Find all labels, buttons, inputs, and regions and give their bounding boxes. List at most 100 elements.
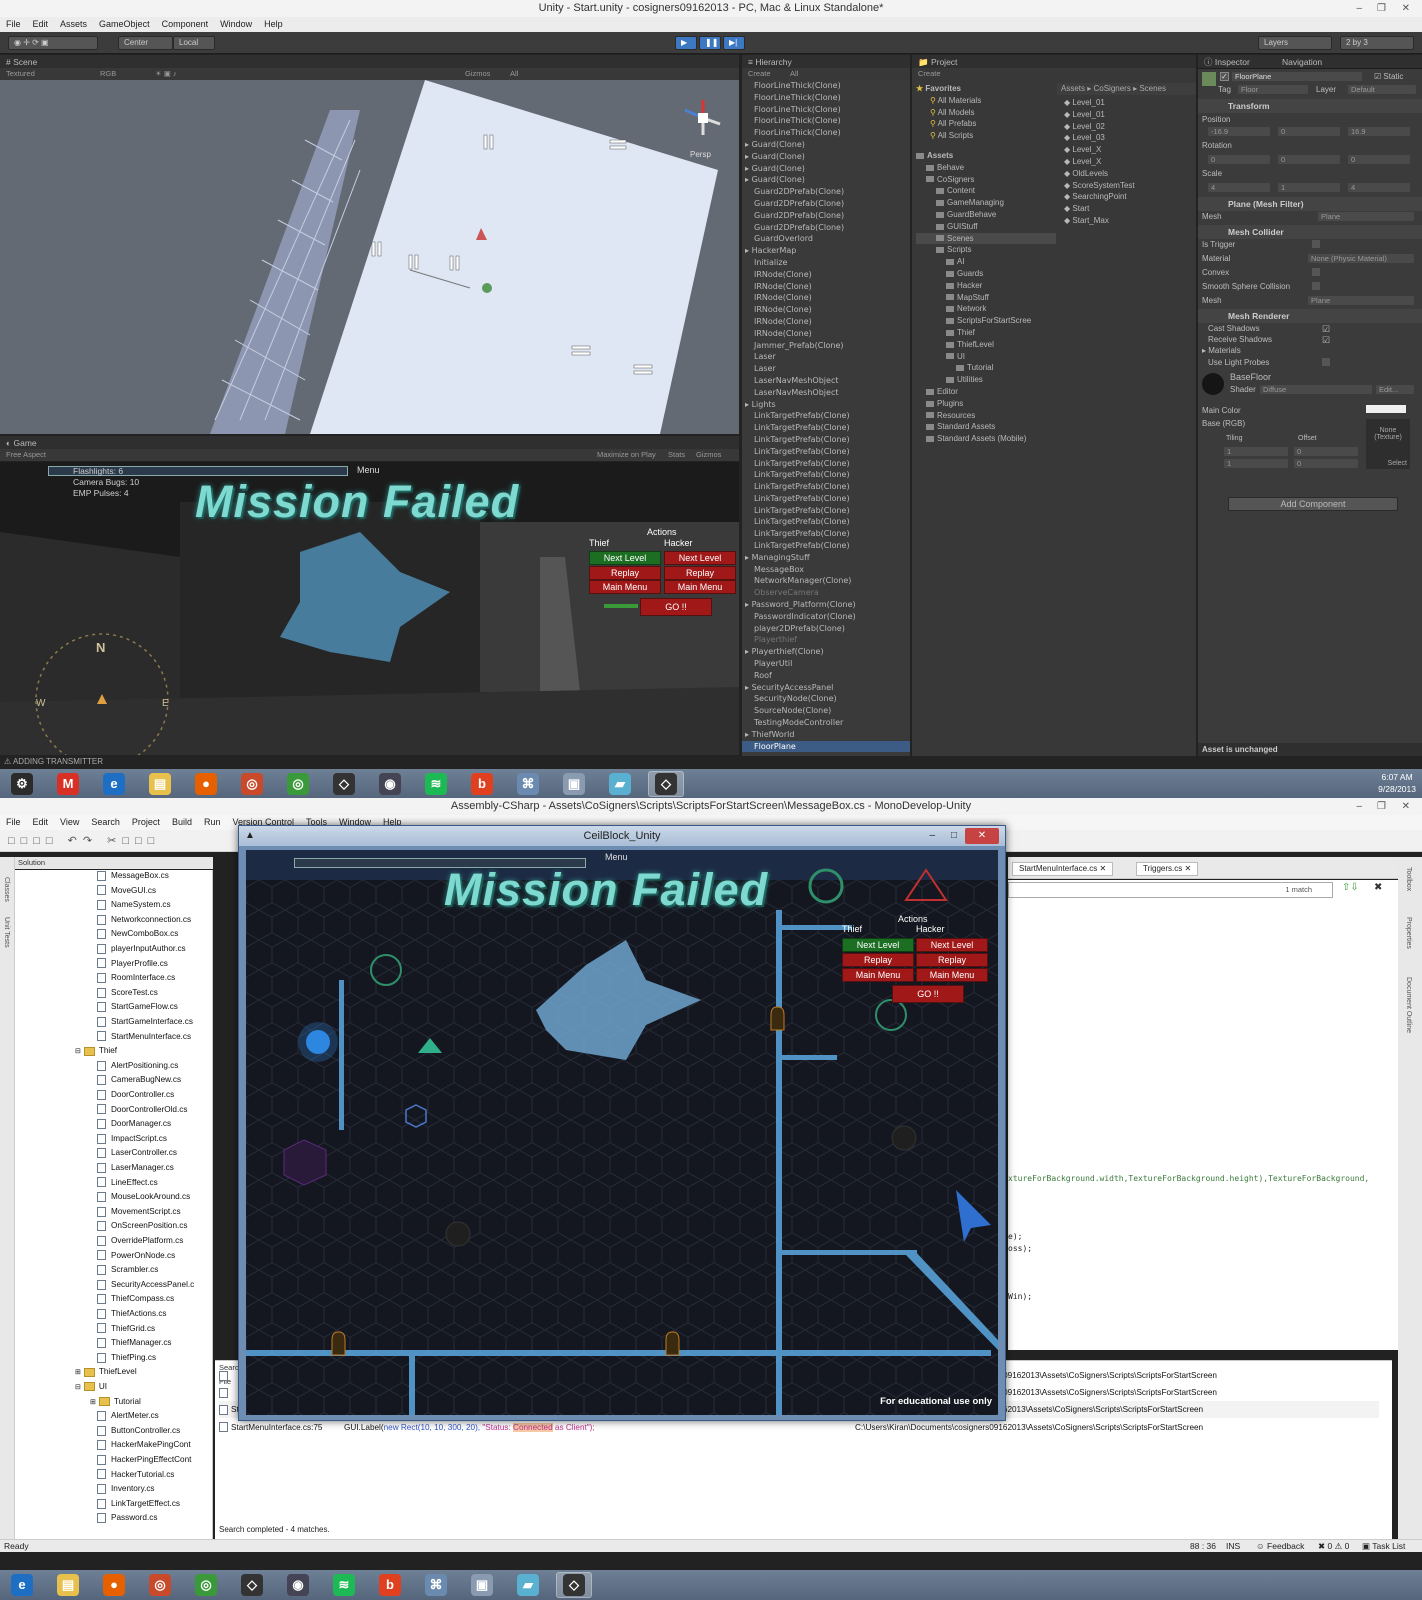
project-folder-network[interactable]: Network <box>916 303 1056 315</box>
find-bar[interactable]: 1 match <box>1008 882 1333 898</box>
smooth-checkbox[interactable] <box>1312 282 1320 290</box>
solution-folder[interactable]: ⊟ Thief <box>75 1045 117 1058</box>
explorer-icon[interactable]: ▤ <box>142 771 178 797</box>
hierarchy-item[interactable]: IRNode(Clone) <box>742 316 910 328</box>
md-menu-file[interactable]: File <box>6 815 21 830</box>
thief-main-menu-button[interactable]: Main Menu <box>589 580 661 594</box>
maximize-on-play-toggle[interactable]: Maximize on Play <box>597 449 656 461</box>
solution-file[interactable]: LineEffect.cs <box>97 1177 158 1189</box>
hierarchy-item[interactable]: FloorPlane <box>742 740 910 753</box>
md-menu-edit[interactable]: Edit <box>33 815 49 830</box>
hierarchy-item[interactable]: Laser <box>742 351 910 363</box>
project-folder-scenes[interactable]: Scenes <box>916 232 1056 245</box>
md-close-icon[interactable]: ✕ <box>1402 798 1410 815</box>
solution-file[interactable]: ImpactScript.cs <box>97 1133 167 1145</box>
game-view[interactable]: Flashlights: 6 Camera Bugs: 10 EMP Pulse… <box>0 462 739 755</box>
firefox-icon[interactable]: ● <box>188 771 224 797</box>
hierarchy-item[interactable]: ▸ Guard(Clone) <box>742 151 910 163</box>
project-folder-ui[interactable]: UI <box>916 351 1056 363</box>
solution-file[interactable]: DoorControllerOld.cs <box>97 1104 187 1116</box>
transform-gizmo-center[interactable] <box>482 283 492 293</box>
md-menu-search[interactable]: Search <box>91 815 120 830</box>
rotation-x-field[interactable]: 0 <box>1208 155 1270 164</box>
error-count[interactable]: ✖ 0 ⚠ 0 <box>1318 1540 1349 1553</box>
solution-file[interactable]: ThiefGrid.cs <box>97 1323 155 1335</box>
solution-file[interactable]: PlayerProfile.cs <box>97 958 168 970</box>
mesh-collider-header[interactable]: Mesh Collider <box>1198 225 1422 239</box>
scene-search[interactable]: All <box>510 68 518 80</box>
thief-replay-button[interactable]: Replay <box>589 566 661 580</box>
hierarchy-item[interactable]: FloorLineThick(Clone) <box>742 115 910 127</box>
solution-file[interactable]: SecurityAccessPanel.c <box>97 1279 194 1291</box>
layers-dropdown[interactable]: Layers <box>1258 36 1332 50</box>
project-file[interactable]: ◆ Level_01 <box>1064 109 1194 121</box>
cast-shadows-checkbox[interactable]: ☑ <box>1322 324 1330 335</box>
solution-file[interactable]: Inventory.cs <box>97 1483 155 1495</box>
cb-maximize-icon[interactable]: □ <box>951 826 957 846</box>
ie-icon[interactable]: e <box>96 771 132 797</box>
b-icon[interactable]: b <box>372 1572 408 1598</box>
light-probes-checkbox[interactable] <box>1322 358 1330 366</box>
breadcrumb-item[interactable]: CoSigners <box>1093 84 1130 93</box>
md-menu-build[interactable]: Build <box>172 815 192 830</box>
mesh-renderer-header[interactable]: Mesh Renderer <box>1198 309 1422 323</box>
favorite-item[interactable]: ⚲ All Scripts <box>916 130 1056 142</box>
hierarchy-item[interactable]: Guard2DPrefab(Clone) <box>742 198 910 210</box>
cb-hacker-replay-button[interactable]: Replay <box>916 953 988 967</box>
project-file[interactable]: ◆ Level_01 <box>1064 97 1194 109</box>
mesh-field[interactable]: Plane <box>1318 212 1414 221</box>
scale-y-field[interactable]: 1 <box>1278 183 1340 192</box>
transform-tools[interactable]: ◉ ✛ ⟳ ▣ <box>8 36 98 50</box>
hierarchy-tab[interactable]: ≡ Hierarchy <box>742 55 910 69</box>
project-file[interactable]: ◆ OldLevels <box>1064 168 1194 180</box>
convex-checkbox[interactable] <box>1312 268 1320 276</box>
hierarchy-item[interactable]: IRNode(Clone) <box>742 304 910 316</box>
project-folder-guards[interactable]: Guards <box>916 268 1056 280</box>
hierarchy-item[interactable]: ▸ Guard(Clone) <box>742 163 910 175</box>
hierarchy-create-button[interactable]: Create <box>748 69 771 78</box>
pause-button[interactable]: ❚❚ <box>699 36 721 50</box>
expand-toggle-icon[interactable]: ⊞ <box>90 1399 96 1406</box>
game-tab[interactable]: ◐ Game <box>0 436 739 450</box>
tab-triggers[interactable]: Triggers.cs ✕ <box>1136 862 1199 876</box>
hierarchy-search[interactable]: All <box>790 68 798 80</box>
unity-active-icon[interactable]: ◇ <box>648 771 684 797</box>
explorer-icon[interactable]: ▤ <box>50 1572 86 1598</box>
hierarchy-item[interactable]: Guard2DPrefab(Clone) <box>742 210 910 222</box>
solution-file[interactable]: HackerPingEffectCont <box>97 1454 191 1466</box>
go-button[interactable]: GO !! <box>640 598 712 616</box>
project-folder-plugins[interactable]: Plugins <box>916 398 1056 410</box>
find-next-icon[interactable]: ⇧⇩ <box>1342 882 1359 893</box>
position-x-field[interactable]: -16.9 <box>1208 127 1270 136</box>
solution-file[interactable]: ButtonController.cs <box>97 1425 180 1437</box>
properties-tab[interactable]: Properties <box>1405 917 1412 949</box>
solution-file[interactable]: RoomInterface.cs <box>97 972 175 984</box>
hierarchy-item[interactable]: LinkTargetPrefab(Clone) <box>742 505 910 517</box>
gmail-icon[interactable]: M <box>50 771 86 797</box>
solution-file[interactable]: CameraBugNew.cs <box>97 1074 181 1086</box>
document-outline-tab[interactable]: Document Outline <box>1405 977 1412 1033</box>
solution-file[interactable]: HackerMakePingCont <box>97 1439 191 1451</box>
find-close-icon[interactable]: ✖ <box>1374 882 1382 893</box>
cb-go-button[interactable]: GO !! <box>892 985 964 1003</box>
favorites-header[interactable]: ★ Favorites <box>916 83 1056 95</box>
ceilblock-window[interactable]: ▲ CeilBlock_Unity – □ ✕ Menu Mission Fai… <box>238 825 1006 1421</box>
hacker-replay-button[interactable]: Replay <box>664 566 736 580</box>
gizmos-dropdown[interactable]: Gizmos <box>465 68 490 80</box>
floor-plane[interactable] <box>310 80 718 434</box>
solution-file[interactable]: ThiefActions.cs <box>97 1308 167 1320</box>
hierarchy-item[interactable]: IRNode(Clone) <box>742 281 910 293</box>
receive-shadows-checkbox[interactable]: ☑ <box>1322 335 1330 346</box>
solution-file[interactable]: MovementScript.cs <box>97 1206 181 1218</box>
favorite-item[interactable]: ⚲ All Models <box>916 107 1056 119</box>
project-tab[interactable]: 📁 Project <box>912 55 1196 69</box>
breadcrumb-item[interactable]: Assets <box>1061 84 1085 93</box>
hierarchy-item[interactable]: Laser <box>742 363 910 375</box>
solution-file[interactable]: LaserController.cs <box>97 1147 177 1159</box>
steam-icon[interactable]: ⚙ <box>4 771 40 797</box>
favorite-item[interactable]: ⚲ All Prefabs <box>916 118 1056 130</box>
hierarchy-item[interactable]: LinkTargetPrefab(Clone) <box>742 528 910 540</box>
hierarchy-item[interactable]: LinkTargetPrefab(Clone) <box>742 540 910 552</box>
solution-file[interactable]: StartGameInterface.cs <box>97 1016 193 1028</box>
solution-file[interactable]: StartGameFlow.cs <box>97 1001 178 1013</box>
